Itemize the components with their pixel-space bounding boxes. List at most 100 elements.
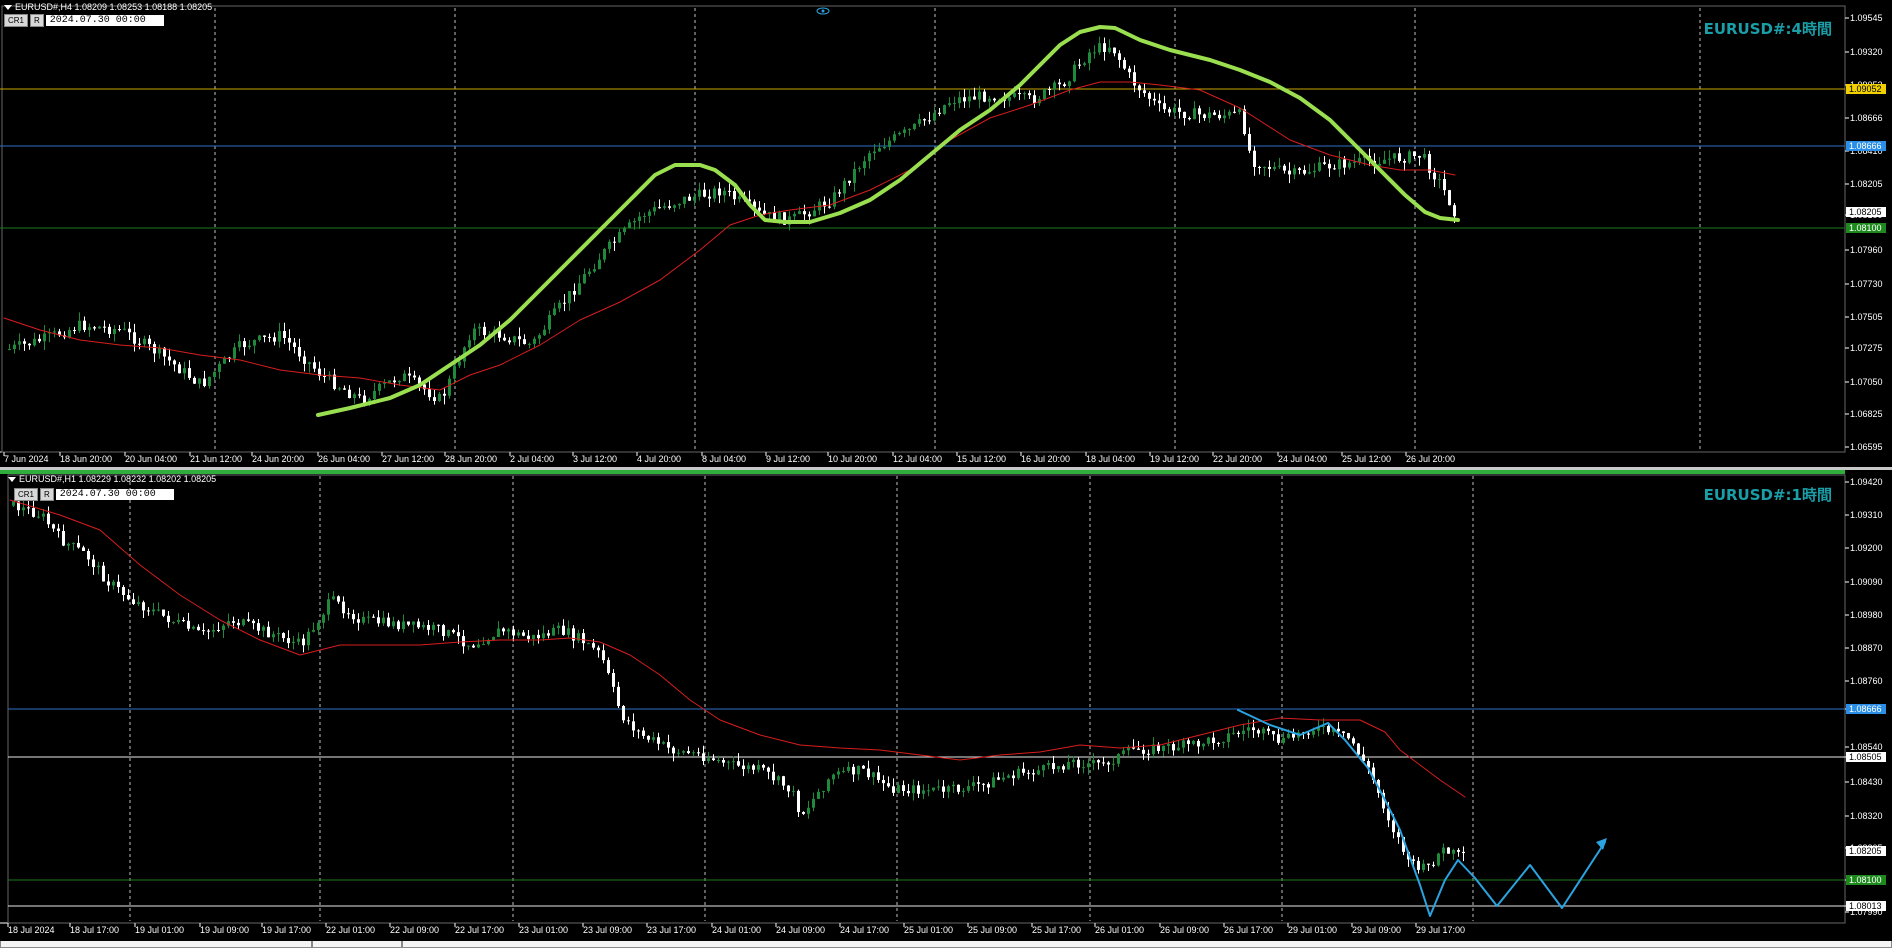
candle-body <box>1298 168 1301 170</box>
chart-tab[interactable] <box>402 941 1892 948</box>
h4-price-label: 1.06825 <box>1850 409 1883 419</box>
collapse-triangle-icon[interactable] <box>8 477 16 483</box>
r-button[interactable]: R <box>30 14 44 27</box>
candle-body <box>1432 864 1435 866</box>
candle-body <box>57 528 60 531</box>
candle-body <box>212 629 215 632</box>
h1-price-label: 1.08760 <box>1850 676 1883 686</box>
candle-body <box>878 148 881 152</box>
candle-body <box>122 587 125 595</box>
candle-body <box>698 189 701 197</box>
candle-body <box>792 790 795 792</box>
h4-time-label: 15 Jul 12:00 <box>957 454 1006 464</box>
candle-body <box>73 330 76 332</box>
candle-body <box>332 596 335 600</box>
h1-date-field[interactable]: 2024.07.30 00:00 <box>55 489 174 500</box>
collapse-triangle-icon[interactable] <box>4 5 12 11</box>
candle-body <box>1082 767 1085 769</box>
h1-time-label: 24 Jul 17:00 <box>840 925 889 935</box>
candle-body <box>667 742 670 748</box>
candle-body <box>518 336 521 340</box>
candle-body <box>458 361 461 366</box>
cr1-button[interactable]: CR1 <box>4 14 29 27</box>
candle-body <box>287 638 290 644</box>
candle-body <box>83 320 86 330</box>
h4-price-label: 1.06595 <box>1850 442 1883 452</box>
h1-chart-canvas[interactable]: 1.09420 1.09310 1.09200 1.09090 1.08980 1.088… <box>0 470 1892 941</box>
chart-tab[interactable] <box>0 941 312 948</box>
candle-body <box>822 791 825 793</box>
candle-body <box>1078 64 1081 66</box>
candle-body <box>1338 159 1341 170</box>
h4-chart-canvas[interactable]: 1.095451.093201.090521.086661.084101.082… <box>0 0 1892 467</box>
candle-body <box>677 752 680 754</box>
r-button[interactable]: R <box>40 488 54 501</box>
candle-body <box>1062 766 1065 770</box>
candle-body <box>1033 95 1036 104</box>
eye-icon[interactable] <box>815 6 831 16</box>
candle-body <box>513 336 516 343</box>
candle-body <box>782 776 785 786</box>
candle-body <box>82 547 85 551</box>
candle-body <box>68 330 71 338</box>
candle-body <box>1287 733 1290 738</box>
candle-body <box>1188 118 1191 120</box>
candle-body <box>637 730 640 732</box>
candle-body <box>112 581 115 586</box>
cr1-button[interactable]: CR1 <box>14 488 39 501</box>
candle-body <box>1438 179 1441 181</box>
candle-body <box>372 616 375 618</box>
candle-body <box>1357 743 1360 755</box>
candle-body <box>858 168 861 170</box>
chart-pane-h1[interactable]: 1.09420 1.09310 1.09200 1.09090 1.08980 1.088… <box>0 470 1892 941</box>
h4-level-tag-label: 1.08100 <box>1849 223 1882 233</box>
h4-price-label: 1.07050 <box>1850 377 1883 387</box>
candle-body <box>432 624 435 630</box>
candle-body <box>1308 172 1311 174</box>
candle-body <box>422 625 425 628</box>
candle-body <box>843 180 846 194</box>
candle-body <box>407 621 410 625</box>
candle-body <box>1252 727 1255 731</box>
candle-body <box>533 338 536 344</box>
candle-body <box>728 190 731 192</box>
candle-body <box>1347 733 1350 739</box>
h1-time-label: 22 Jul 17:00 <box>455 925 504 935</box>
chart-pane-h4[interactable]: 1.095451.093201.090521.086661.084101.082… <box>0 0 1892 467</box>
candle-body <box>1012 775 1015 779</box>
candle-body <box>648 211 651 216</box>
candle-body <box>1462 851 1465 854</box>
candle-body <box>942 786 945 792</box>
candle-body <box>1163 103 1166 110</box>
h4-time-label: 18 Jun 20:00 <box>60 454 112 464</box>
candle-body <box>1352 738 1355 744</box>
candle-body <box>1058 82 1061 85</box>
candle-body <box>233 347 236 359</box>
chart-tab[interactable] <box>312 941 402 948</box>
candle-body <box>557 625 560 628</box>
candle-body <box>777 776 780 781</box>
candle-body <box>158 347 161 354</box>
candle-body <box>482 644 485 646</box>
candle-body <box>663 206 666 208</box>
candle-body <box>382 617 385 624</box>
candle-body <box>917 785 920 794</box>
candle-body <box>887 783 890 787</box>
candle-body <box>468 340 471 348</box>
candle-body <box>1178 107 1181 112</box>
candle-body <box>688 196 691 201</box>
candle-body <box>1027 772 1030 774</box>
candle-body <box>1213 112 1216 115</box>
candle-body <box>1123 59 1126 69</box>
candle-body <box>462 636 465 647</box>
candle-body <box>252 620 255 624</box>
h4-time-label: 2 Jul 04:00 <box>510 454 554 464</box>
candle-body <box>1323 162 1326 164</box>
candle-body <box>1267 728 1270 731</box>
candle-body <box>1393 153 1396 159</box>
h1-time-label: 26 Jul 01:00 <box>1095 925 1144 935</box>
candle-body <box>922 790 925 794</box>
candle-body <box>1237 732 1240 734</box>
candle-body <box>943 105 946 114</box>
h4-date-field[interactable]: 2024.07.30 00:00 <box>45 15 164 26</box>
